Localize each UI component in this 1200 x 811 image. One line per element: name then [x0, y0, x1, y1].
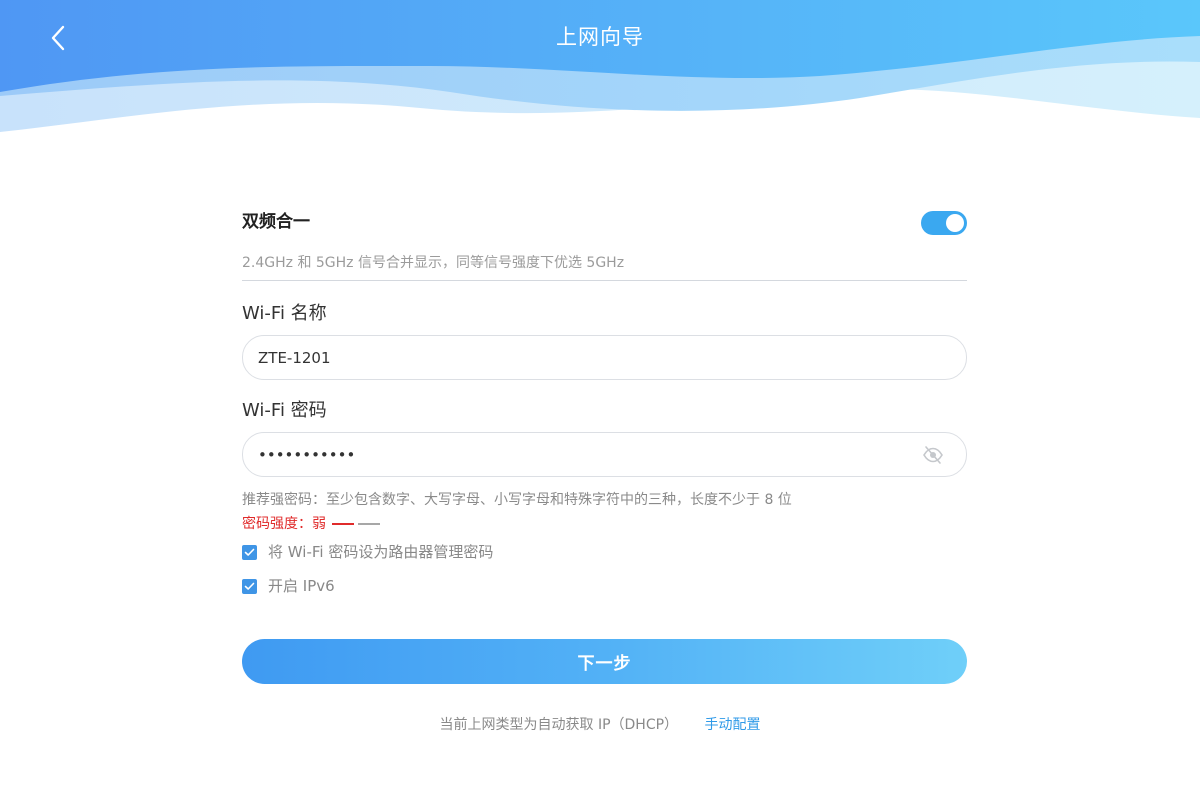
check-icon	[244, 548, 255, 556]
toggle-knob	[946, 214, 964, 232]
wizard-page: 上网向导 双频合一 2.4GHz 和 5GHz 信号合并显示，同等信号强度下优选…	[0, 0, 1200, 811]
password-strength: 密码强度： 弱	[242, 514, 380, 534]
wifi-password-field	[242, 432, 967, 477]
wifi-password-label: Wi-Fi 密码	[242, 400, 327, 421]
ipv6-checkbox-label: 开启 IPv6	[268, 577, 335, 595]
wifi-password-input[interactable]	[258, 433, 898, 476]
wifi-name-field	[242, 335, 967, 380]
connection-type-status: 当前上网类型为自动获取 IP（DHCP）	[439, 717, 679, 733]
header-wave-background	[0, 0, 1200, 132]
dual-band-title: 双频合一	[242, 212, 310, 232]
check-icon	[244, 582, 255, 590]
wifi-name-input[interactable]	[258, 336, 898, 379]
password-strength-value: 弱	[312, 516, 326, 532]
admin-password-checkbox[interactable]	[242, 544, 257, 560]
strength-bar-weak	[332, 523, 354, 525]
dual-band-toggle[interactable]	[921, 211, 967, 235]
ipv6-checkbox[interactable]	[242, 578, 257, 594]
dual-band-row: 双频合一 2.4GHz 和 5GHz 信号合并显示，同等信号强度下优选 5GHz	[242, 210, 967, 281]
page-title: 上网向导	[556, 25, 644, 49]
ipv6-checkbox-row[interactable]: 开启 IPv6	[242, 576, 335, 596]
manual-config-link[interactable]: 手动配置	[705, 717, 761, 733]
password-strength-label: 密码强度：	[242, 516, 312, 532]
eye-off-icon[interactable]	[922, 445, 944, 465]
strength-bar-empty	[358, 523, 380, 525]
admin-password-checkbox-row[interactable]: 将 Wi-Fi 密码设为路由器管理密码	[242, 542, 493, 562]
wifi-name-label: Wi-Fi 名称	[242, 303, 327, 324]
admin-password-checkbox-label: 将 Wi-Fi 密码设为路由器管理密码	[268, 543, 494, 561]
password-hint: 推荐强密码：至少包含数字、大写字母、小写字母和特殊字符中的三种，长度不少于 8 …	[242, 492, 792, 508]
dual-band-description: 2.4GHz 和 5GHz 信号合并显示，同等信号强度下优选 5GHz	[242, 255, 625, 271]
next-button[interactable]: 下一步	[242, 639, 967, 684]
footer: 当前上网类型为自动获取 IP（DHCP） 手动配置	[0, 715, 1200, 735]
